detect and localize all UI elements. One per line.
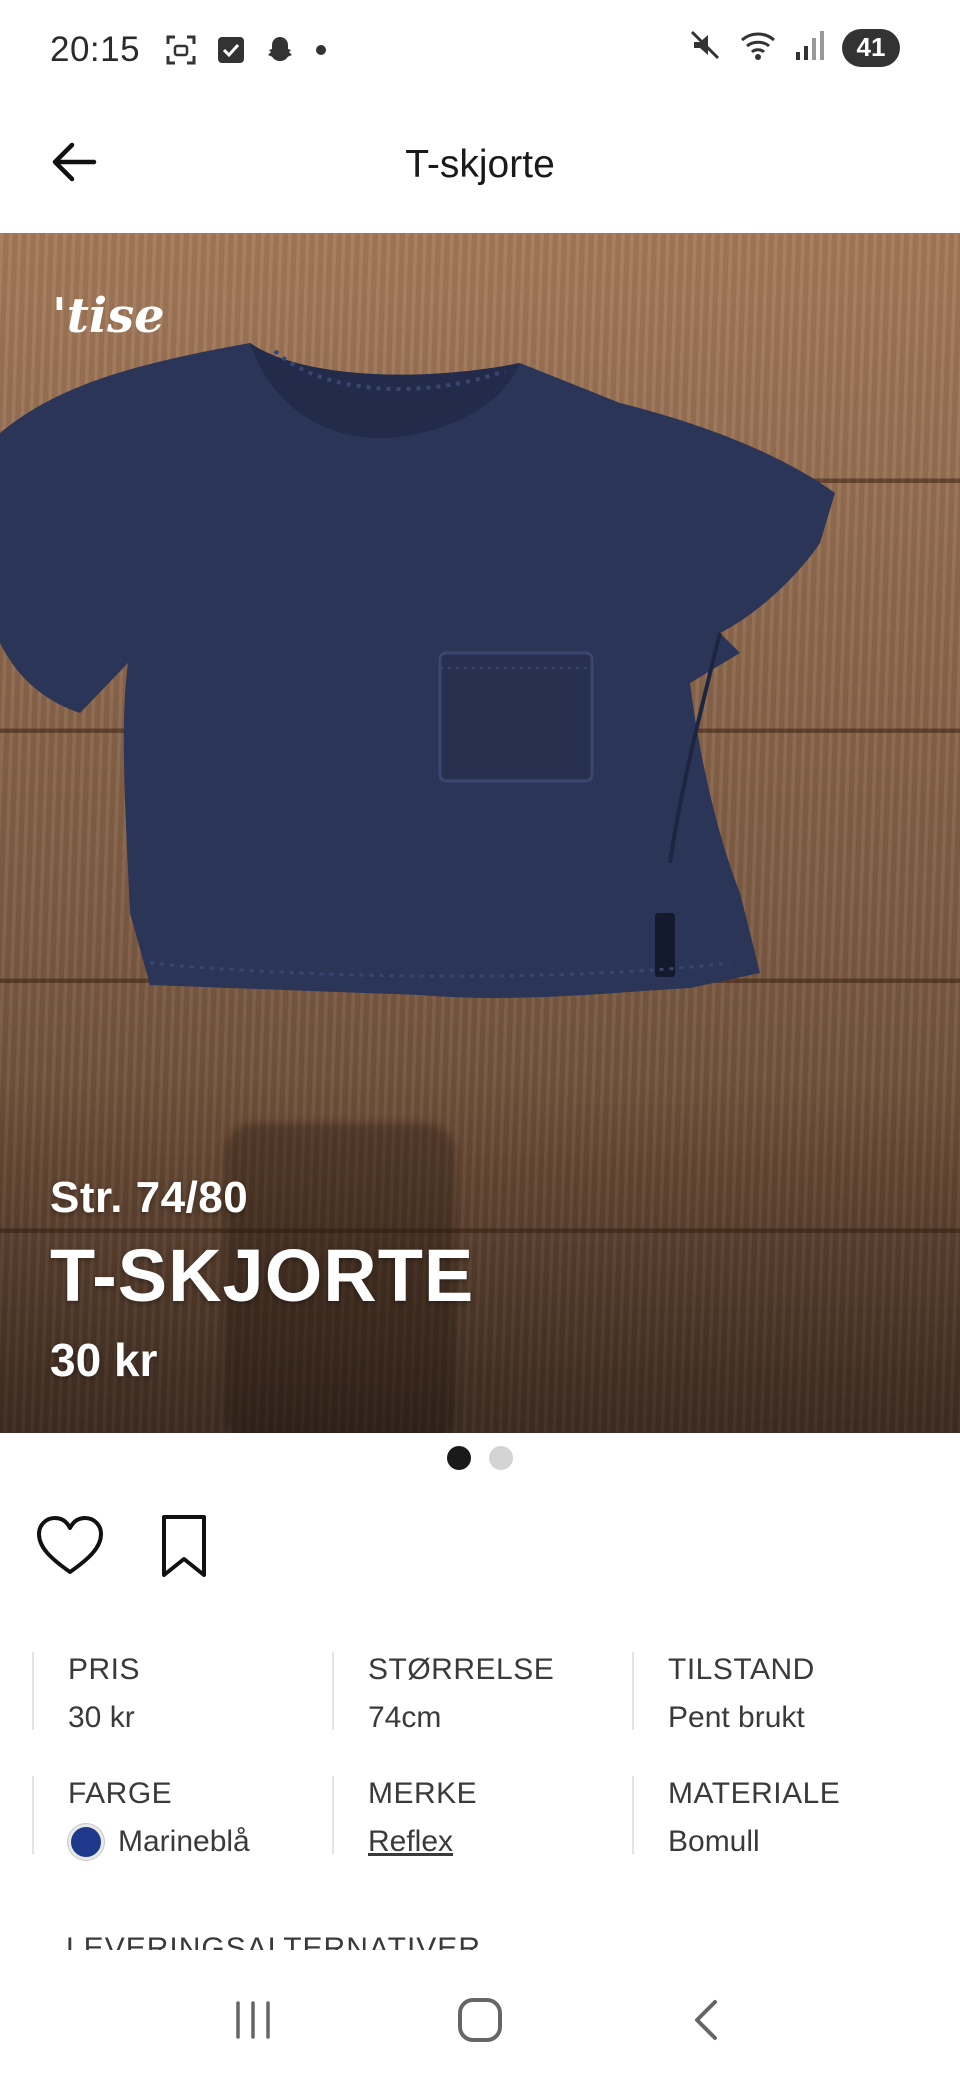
bookmark-icon <box>162 1515 206 1577</box>
back-button[interactable] <box>42 130 106 194</box>
detail-label: MATERIALE <box>668 1777 841 1810</box>
color-value: Marineblå <box>118 1825 250 1858</box>
detail-value: Marineblå <box>68 1824 332 1860</box>
detail-label: PRIS <box>68 1653 141 1686</box>
recents-button[interactable] <box>213 1980 293 2060</box>
condition-value: Pent brukt <box>668 1701 805 1734</box>
back-chevron-icon <box>694 2000 717 2040</box>
home-icon <box>457 1998 502 2042</box>
size-value: 74cm <box>368 1701 442 1734</box>
product-details: PRIS 30 kr STØRRELSE 74cm TILSTAND Pent … <box>32 1652 932 1900</box>
detail-label: STØRRELSE <box>368 1653 555 1686</box>
mute-icon <box>688 28 722 67</box>
pager-dot-2[interactable] <box>489 1446 513 1470</box>
image-pager <box>0 1446 960 1470</box>
detail-price: PRIS 30 kr <box>32 1652 332 1734</box>
tshirt-photo <box>0 343 835 998</box>
title-overlay: T-SKJORTE <box>50 1234 475 1317</box>
detail-value: 74cm <box>368 1700 632 1736</box>
checkbox-icon <box>216 35 246 65</box>
detail-material: MATERIALE Bomull <box>632 1776 932 1858</box>
price-value: 30 kr <box>68 1701 135 1734</box>
detail-condition: TILSTAND Pent brukt <box>632 1652 932 1734</box>
detail-value: Pent brukt <box>668 1700 932 1736</box>
home-button[interactable] <box>440 1980 520 2060</box>
app-header: T-skjorte <box>0 100 960 230</box>
wifi-icon <box>738 28 778 67</box>
material-value: Bomull <box>668 1825 760 1858</box>
product-image[interactable]: 'tise Str. 74/80 T-SKJORTE 30 kr <box>0 233 960 1433</box>
heart-icon <box>37 1516 103 1574</box>
arrow-left-icon <box>52 142 97 182</box>
dot-icon <box>314 43 328 57</box>
details-row-2: FARGE Marineblå MERKE Reflex MATERIALE B… <box>32 1776 932 1900</box>
pager-dot-1[interactable] <box>447 1446 471 1470</box>
screenshot-icon <box>164 33 198 67</box>
detail-size: STØRRELSE 74cm <box>332 1652 632 1734</box>
save-button[interactable] <box>148 1510 220 1582</box>
color-swatch <box>68 1824 104 1860</box>
brand-link[interactable]: Reflex <box>368 1824 453 1860</box>
detail-label: FARGE <box>68 1777 173 1810</box>
delivery-options-heading: LEVERINGSALTERNATIVER <box>66 1932 481 1950</box>
system-back-button[interactable] <box>667 1980 747 2060</box>
system-icons: 41 <box>688 28 900 67</box>
snapchat-icon <box>264 34 296 66</box>
detail-value: Bomull <box>668 1824 932 1860</box>
page-title: T-skjorte <box>405 143 555 186</box>
notification-icons <box>164 33 328 67</box>
detail-label: TILSTAND <box>668 1653 815 1686</box>
detail-value: Reflex <box>368 1824 632 1860</box>
like-button[interactable] <box>34 1510 106 1582</box>
battery-indicator: 41 <box>842 28 900 67</box>
tise-logo: 'tise <box>52 288 165 344</box>
system-nav-bar <box>0 1960 960 2080</box>
action-bar <box>34 1510 220 1582</box>
signal-icon <box>794 28 826 67</box>
detail-label: MERKE <box>368 1777 478 1810</box>
status-time: 20:15 <box>50 30 141 69</box>
detail-color: FARGE Marineblå <box>32 1776 332 1860</box>
details-row-1: PRIS 30 kr STØRRELSE 74cm TILSTAND Pent … <box>32 1652 932 1776</box>
size-overlay: Str. 74/80 <box>50 1173 249 1222</box>
recents-icon <box>236 2001 271 2039</box>
price-overlay: 30 kr <box>50 1334 158 1386</box>
detail-value: 30 kr <box>68 1700 332 1736</box>
detail-brand: MERKE Reflex <box>332 1776 632 1858</box>
status-bar: 20:15 41 <box>0 0 960 100</box>
